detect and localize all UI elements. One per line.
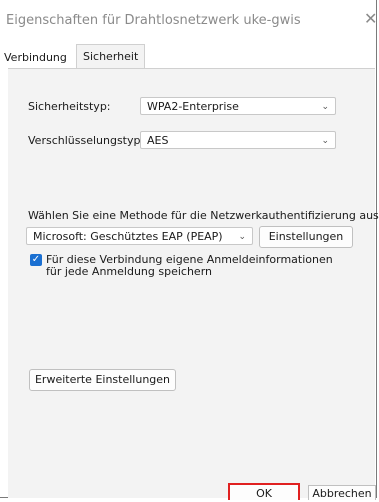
tab-sicherheit[interactable]: Sicherheit	[76, 44, 146, 69]
encryption-type-select[interactable]: AES ⌄	[140, 131, 336, 149]
encryption-type-label: Verschlüsselungstyp:	[28, 134, 145, 147]
chevron-down-icon: ⌄	[321, 136, 329, 146]
security-type-label: Sicherheitstyp:	[28, 100, 111, 113]
cancel-button[interactable]: Abbrechen	[308, 485, 376, 500]
window-title: Eigenschaften für Drahtlosnetzwerk uke-g…	[6, 13, 301, 28]
chevron-down-icon: ⌄	[321, 102, 329, 112]
encryption-type-value: AES	[147, 134, 169, 147]
security-type-select[interactable]: WPA2-Enterprise ⌄	[140, 97, 336, 115]
tab-verbindung[interactable]: Verbindung	[4, 47, 67, 68]
auth-method-select[interactable]: Microsoft: Geschütztes EAP (PEAP) ⌄	[26, 227, 253, 245]
wireless-properties-dialog: Eigenschaften für Drahtlosnetzwerk uke-g…	[0, 0, 379, 500]
security-panel: Sicherheitstyp: WPA2-Enterprise ⌄ Versch…	[8, 68, 379, 498]
security-type-value: WPA2-Enterprise	[147, 100, 239, 113]
title-bar: Eigenschaften für Drahtlosnetzwerk uke-g…	[0, 0, 378, 44]
close-icon[interactable]: ✕	[364, 10, 378, 28]
remember-credentials-label: Für diese Verbindung eigene Anmeldeinfor…	[46, 253, 333, 278]
settings-button[interactable]: Einstellungen	[259, 226, 353, 248]
chevron-down-icon: ⌄	[238, 232, 246, 242]
remember-credentials-checkbox[interactable]: ✓	[30, 254, 42, 266]
checkmark-icon: ✓	[31, 254, 41, 265]
auth-method-value: Microsoft: Geschütztes EAP (PEAP)	[33, 230, 223, 243]
tab-strip: Verbindung Sicherheit	[0, 44, 376, 69]
auth-method-label: Wählen Sie eine Methode für die Netzwerk…	[28, 209, 379, 222]
ok-button[interactable]: OK	[228, 483, 300, 500]
advanced-settings-button[interactable]: Erweiterte Einstellungen	[29, 369, 176, 391]
